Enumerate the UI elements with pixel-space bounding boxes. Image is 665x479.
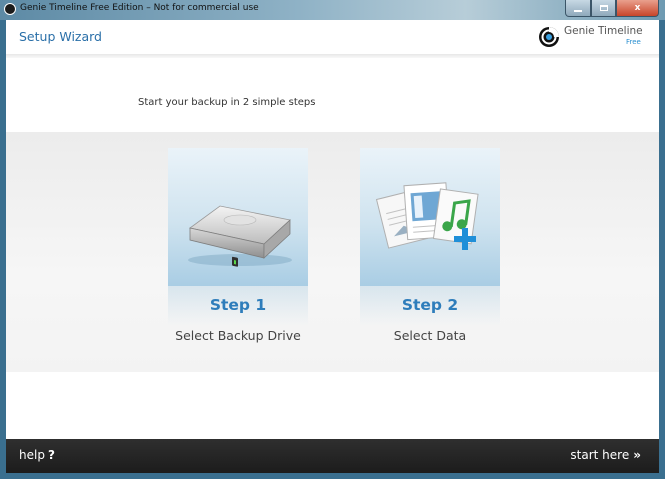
step-2-tile[interactable] bbox=[360, 148, 500, 286]
wizard-header: Setup Wizard Genie Timeline Free bbox=[6, 20, 659, 54]
help-link[interactable]: help? bbox=[19, 448, 55, 462]
page-title: Setup Wizard bbox=[19, 29, 102, 44]
help-question-icon: ? bbox=[47, 448, 55, 462]
step-1-number: Step 1 bbox=[209, 296, 267, 314]
step-1-label[interactable]: Select Backup Drive bbox=[138, 328, 338, 343]
close-icon: x bbox=[634, 3, 641, 13]
maximize-button[interactable] bbox=[591, 0, 616, 17]
header-divider bbox=[6, 54, 659, 58]
wizard-footer: help? start here» bbox=[6, 439, 659, 473]
genie-logo-icon bbox=[539, 27, 559, 47]
window-title: Genie Timeline Free Edition – Not for co… bbox=[20, 3, 259, 13]
start-here-button[interactable]: start here» bbox=[570, 448, 641, 462]
brand-name: Genie Timeline bbox=[564, 25, 643, 37]
window-controls: x bbox=[565, 0, 659, 17]
app-window: Genie Timeline Free Edition – Not for co… bbox=[0, 0, 665, 479]
app-icon bbox=[4, 3, 16, 15]
close-button[interactable]: x bbox=[616, 0, 659, 17]
brand-edition: Free bbox=[626, 38, 641, 46]
double-chevron-right-icon: » bbox=[633, 448, 641, 462]
intro-text: Start your backup in 2 simple steps bbox=[138, 97, 316, 108]
step-2-number: Step 2 bbox=[401, 296, 459, 314]
minimize-button[interactable] bbox=[565, 0, 591, 17]
start-here-label: start here bbox=[570, 448, 630, 462]
step-select-backup-drive[interactable]: Step 1 Select Backup Drive bbox=[168, 148, 308, 348]
maximize-icon bbox=[599, 5, 608, 11]
minimize-icon bbox=[574, 9, 582, 12]
step-select-data[interactable]: Step 2 Select Data bbox=[360, 148, 500, 348]
step-2-label[interactable]: Select Data bbox=[330, 328, 530, 343]
hard-drive-icon bbox=[188, 205, 292, 267]
help-label: help bbox=[19, 448, 45, 462]
step-1-tile[interactable] bbox=[168, 148, 308, 286]
wizard-content: Setup Wizard Genie Timeline Free Start y… bbox=[6, 20, 659, 473]
title-bar[interactable]: Genie Timeline Free Edition – Not for co… bbox=[0, 0, 665, 20]
data-files-icon bbox=[375, 182, 479, 250]
